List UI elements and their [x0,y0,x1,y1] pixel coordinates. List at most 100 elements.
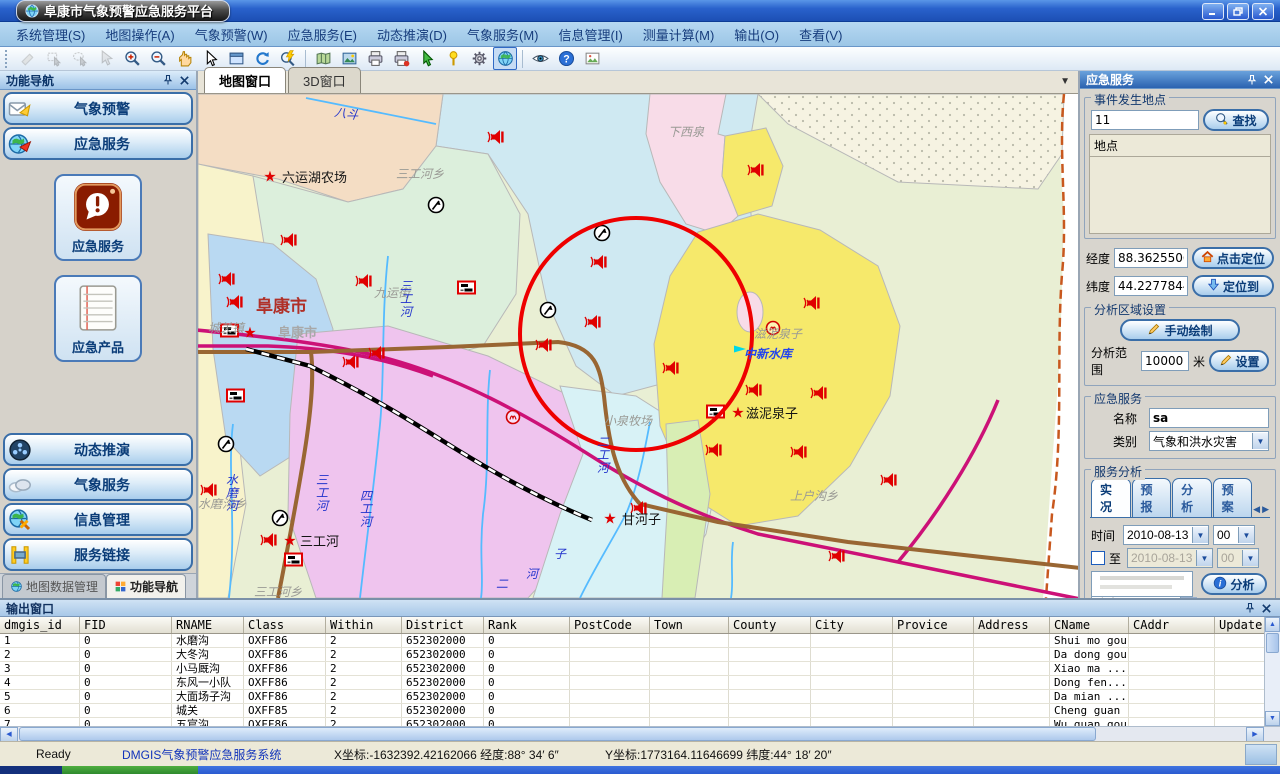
column-header[interactable]: PostCode [570,617,650,633]
column-header[interactable]: FID [80,617,172,633]
column-header[interactable]: Class [244,617,326,633]
toolbar-button-zoom-out[interactable] [146,47,170,70]
toolbar-button-visibility[interactable] [528,47,552,70]
menu-item-2[interactable]: 气象预警(W) [185,22,278,47]
menu-item-7[interactable]: 测量计算(M) [633,22,725,47]
location-list-header[interactable]: 地点 [1089,134,1271,157]
latitude-input[interactable] [1114,276,1188,296]
restore-button[interactable] [1227,3,1249,20]
toolbar-button-print-copy[interactable] [389,47,413,70]
column-header[interactable]: County [729,617,811,633]
toolbar-button-pan[interactable] [172,47,196,70]
nav-group-服务链接[interactable]: 服务链接 [3,538,193,571]
menu-item-8[interactable]: 输出(O) [724,22,789,47]
table-horizontal-scrollbar[interactable]: ◀ ▶ [0,726,1280,741]
table-vertical-scrollbar[interactable]: ▲ ▼ [1264,617,1280,726]
nav-group-应急服务[interactable]: 应急服务 [3,127,193,160]
manual-draw-button[interactable]: 手动绘制 [1120,319,1240,341]
element-list-scrollbar[interactable]: ▲ ▼ [1181,597,1197,598]
pin-icon[interactable] [1244,72,1260,87]
nav-group-动态推演[interactable]: 动态推演 [3,433,193,466]
find-button[interactable]: 查找 [1203,109,1269,131]
column-header[interactable]: District [402,617,484,633]
menu-item-3[interactable]: 应急服务(E) [278,22,367,47]
column-header[interactable]: CName [1050,617,1129,633]
table-row[interactable]: 40东风一小队OXFF8626523020000Dong fen... [0,676,1264,690]
toolbar-button-print[interactable] [363,47,387,70]
analysis-tab-预报[interactable]: 预报 [1132,478,1172,517]
panel-tab-地图数据管理[interactable]: 地图数据管理 [2,574,106,598]
pin-icon[interactable] [1242,601,1258,616]
column-header[interactable]: RNAME [172,617,244,633]
map-canvas[interactable]: ★★★★★ 六运湖农场三工河乡下西泉阜康市城关镇阜康市九运街滋泥泉子中新水库小泉… [198,94,1078,598]
table-row[interactable]: 50大面场子沟OXFF8626523020000Da mian ... [0,690,1264,704]
tab-scroll-arrows[interactable]: ◀▶ [1253,504,1269,517]
table-row[interactable]: 10水磨沟OXFF8626523020000Shui mo gou [0,634,1264,648]
toolbar-button-picture[interactable] [580,47,604,70]
location-search-input[interactable] [1091,110,1199,130]
column-header[interactable]: Address [974,617,1050,633]
table-row[interactable]: 30小马厩沟OXFF8626523020000Xiao ma ... [0,662,1264,676]
longitude-input[interactable] [1114,248,1188,268]
nav-group-气象预警[interactable]: 气象预警 [3,92,193,125]
tab-list-dropdown-icon[interactable]: ▼ [1060,76,1070,87]
scrollbar-thumb[interactable] [19,727,1096,741]
analysis-tab-预案[interactable]: 预案 [1213,478,1253,517]
nav-button-应急产品[interactable]: 应急产品 [54,275,142,362]
date-select[interactable]: 2010-08-13▼ [1123,525,1209,545]
hour-select[interactable]: 00▼ [1213,525,1255,545]
analysis-tab-实况[interactable]: 实况 [1091,478,1131,517]
menu-item-4[interactable]: 动态推演(D) [367,22,457,47]
column-header[interactable]: City [811,617,893,633]
close-icon[interactable] [1260,72,1276,87]
analyze-button[interactable]: i分析 [1201,573,1267,595]
scrollbar-thumb[interactable] [1266,633,1279,653]
menu-item-5[interactable]: 气象服务(M) [457,22,549,47]
column-header[interactable]: Rank [484,617,570,633]
column-header[interactable]: dmgis_id [0,617,80,633]
toolbar-button-pointer-green[interactable] [415,47,439,70]
close-icon[interactable] [176,73,192,88]
table-row[interactable]: 70五官沟OXFF8626523020000Wu guan gou [0,718,1264,726]
range-input[interactable] [1141,351,1189,371]
to-checkbox[interactable] [1091,551,1105,565]
column-header[interactable]: CAddr [1129,617,1215,633]
toolbar-button-place-marker[interactable] [441,47,465,70]
toolbar-button-settings[interactable] [467,47,491,70]
toolbar-button-help[interactable]: ? [554,47,578,70]
toolbar-button-zoom-in[interactable] [120,47,144,70]
table-row[interactable]: 60城关OXFF8526523020000Cheng guan [0,704,1264,718]
map-svg[interactable]: ★★★★★ 六运湖农场三工河乡下西泉阜康市城关镇阜康市九运街滋泥泉子中新水库小泉… [198,94,1078,598]
column-header[interactable]: Town [650,617,729,633]
service-type-select[interactable]: 气象和洪水灾害▼ [1149,431,1269,451]
location-list[interactable] [1089,157,1271,234]
start-button-edge[interactable] [62,766,198,774]
menu-item-6[interactable]: 信息管理(I) [549,22,633,47]
chevron-down-icon[interactable]: ▼ [1252,433,1268,449]
set-button[interactable]: 设置 [1209,350,1269,372]
element-item-降水[interactable]: 降水 [1092,597,1180,598]
toolbar-button-globe[interactable] [493,47,517,70]
menu-item-9[interactable]: 查看(V) [789,22,852,47]
nav-group-信息管理[interactable]: 信息管理 [3,503,193,536]
map-tab-3D窗口[interactable]: 3D窗口 [288,67,361,93]
analysis-tab-分析[interactable]: 分析 [1172,478,1212,517]
close-button[interactable] [1252,3,1274,20]
nav-group-气象服务[interactable]: 气象服务 [3,468,193,501]
nav-button-应急服务[interactable]: 应急服务 [54,174,142,261]
toolbar-grip[interactable] [5,50,12,68]
map-tab-地图窗口[interactable]: 地图窗口 [204,67,286,93]
service-name-input[interactable] [1149,408,1269,428]
pin-icon[interactable] [160,73,176,88]
table-row[interactable]: 20大冬沟OXFF8626523020000Da dong gou [0,648,1264,662]
panel-tab-功能导航[interactable]: 功能导航 [106,574,186,598]
click-locate-button[interactable]: 点击定位 [1192,247,1274,269]
menu-item-1[interactable]: 地图操作(A) [95,22,184,47]
column-header[interactable]: Within [326,617,402,633]
element-list[interactable]: 降水空气温度 [1091,597,1181,598]
close-icon[interactable] [1258,601,1274,616]
column-header[interactable]: Update [1215,617,1264,633]
menu-item-0[interactable]: 系统管理(S) [6,22,95,47]
locate-to-button[interactable]: 定位到 [1192,275,1274,297]
minimize-button[interactable] [1202,3,1224,20]
